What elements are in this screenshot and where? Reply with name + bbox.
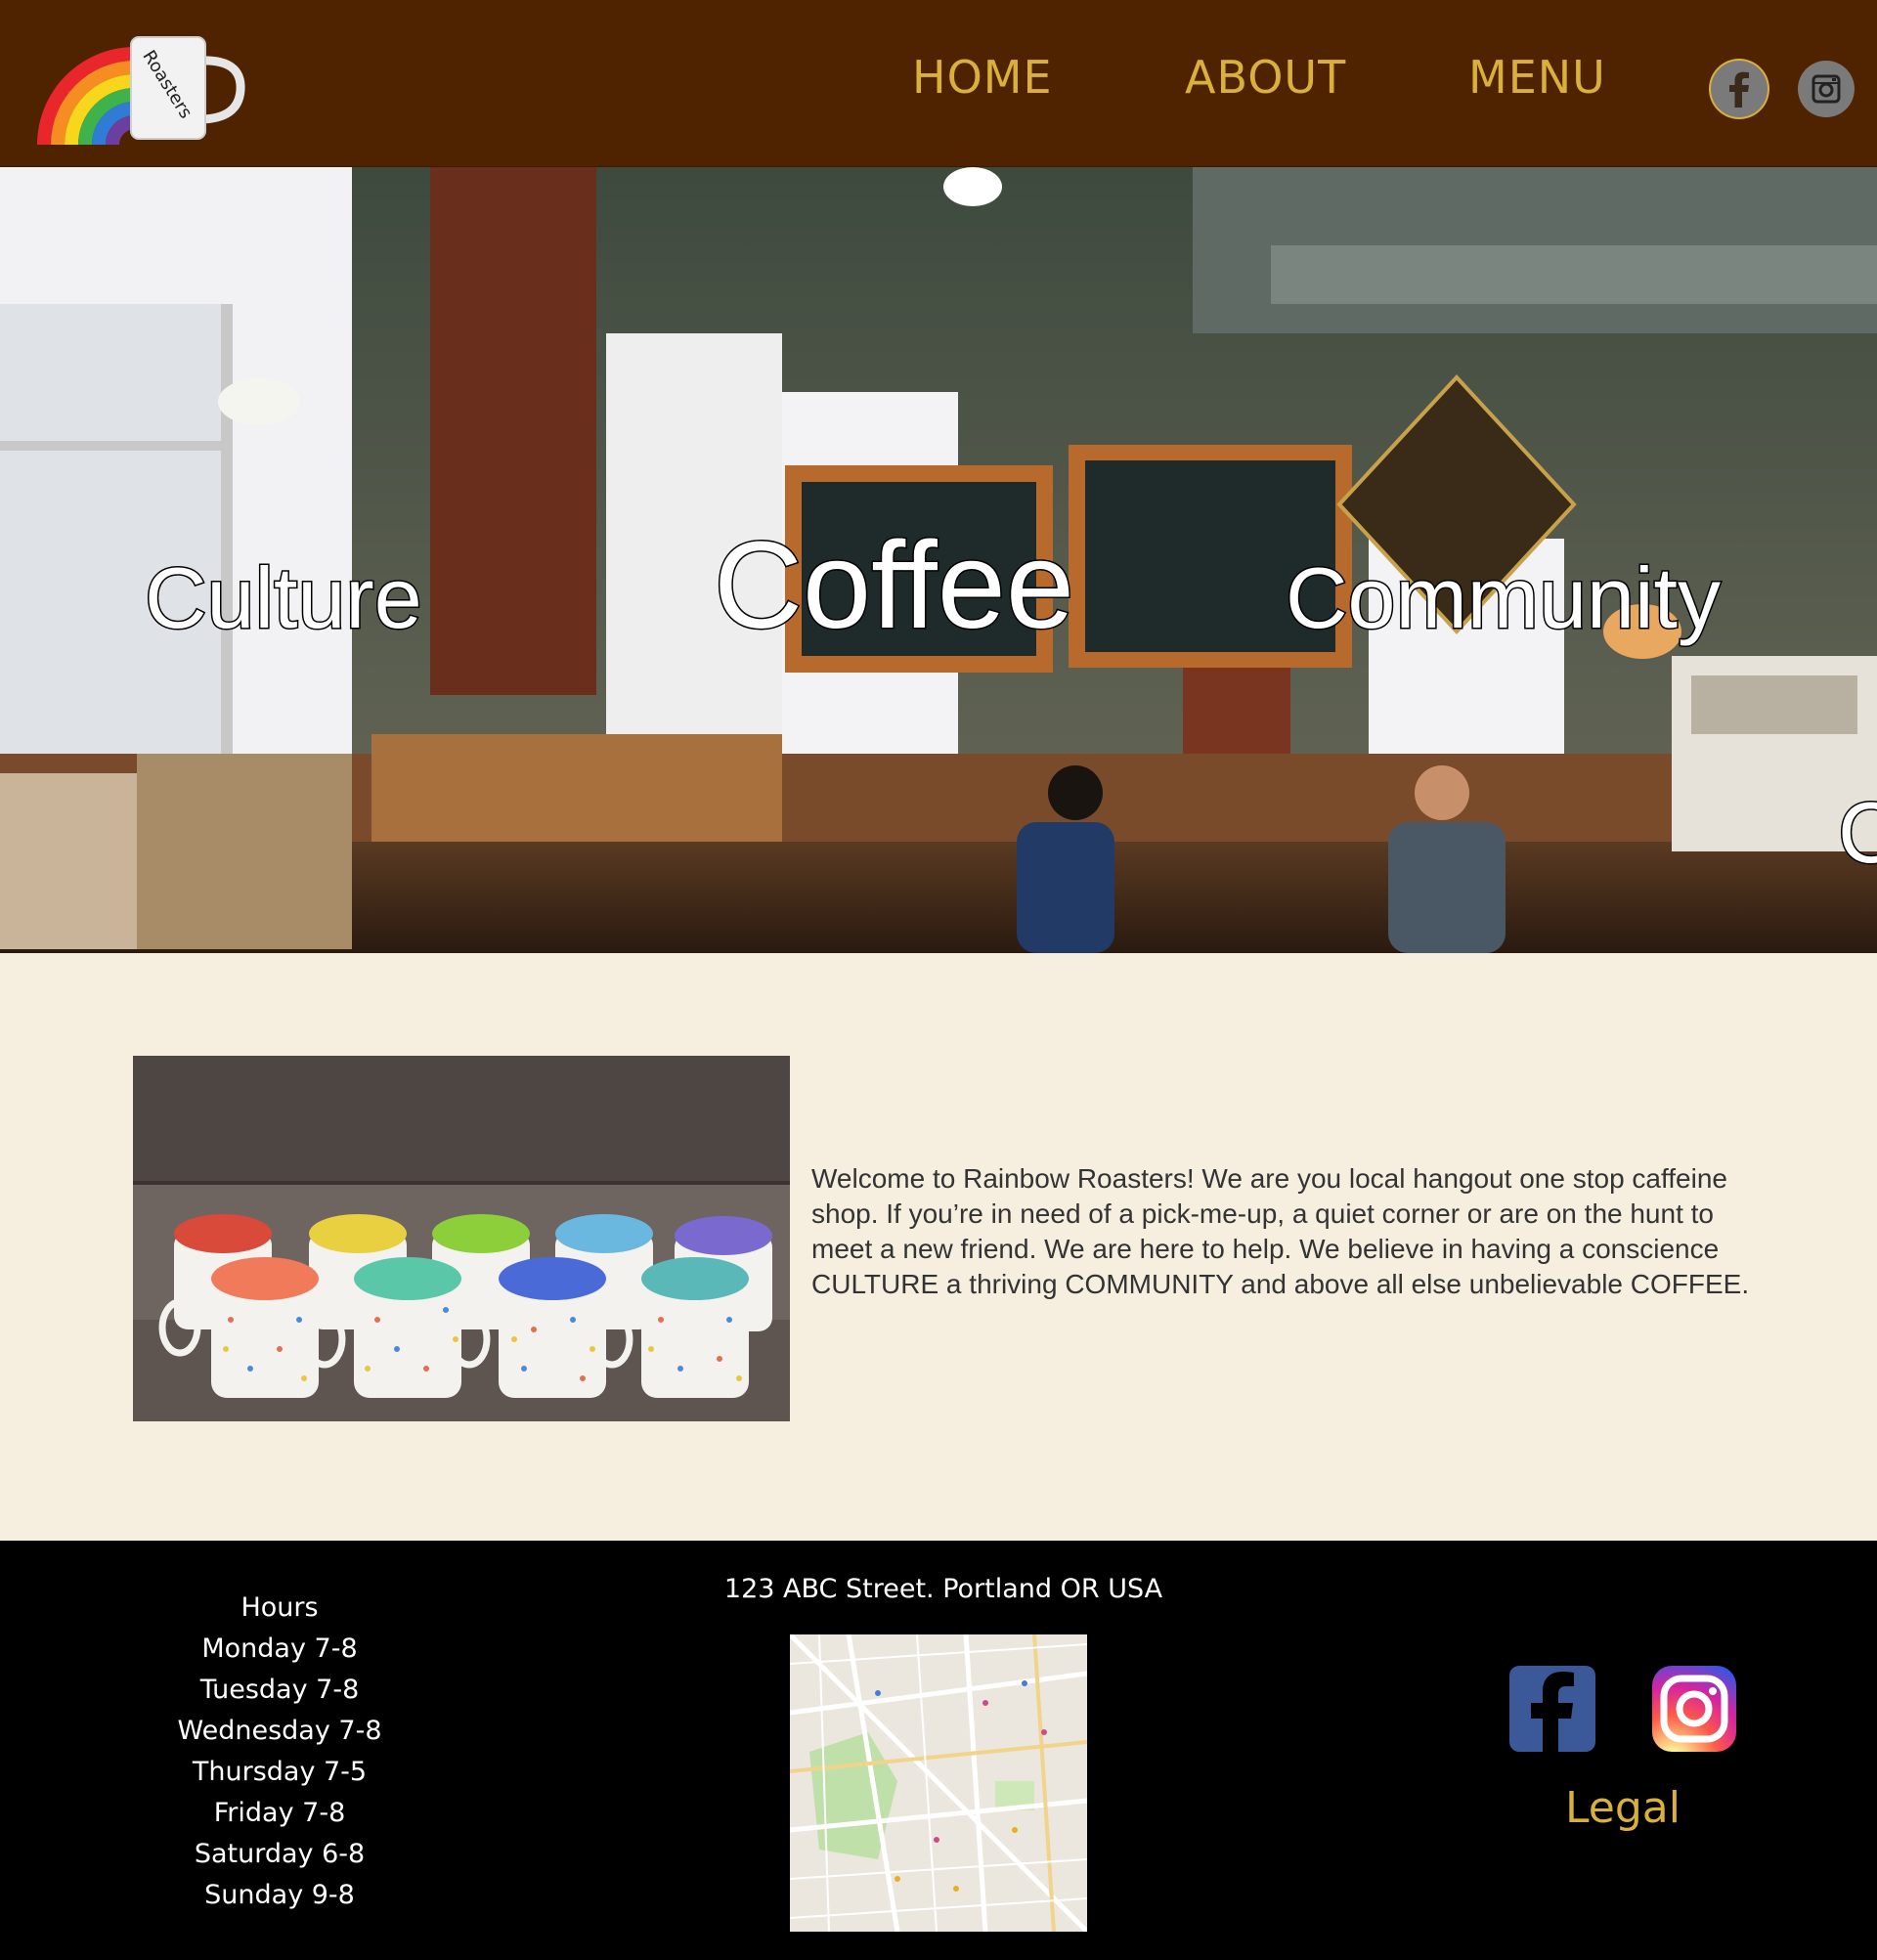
instagram-logo-icon[interactable] <box>1652 1666 1736 1752</box>
hero-word-coffee: Coffee <box>713 515 1076 656</box>
opening-hours: Hours Monday 7-8 Tuesday 7-8 Wednesday 7… <box>133 1588 426 1916</box>
hero-banner: Culture Coffee Community C <box>0 167 1877 953</box>
hero-word-peek: C <box>1837 783 1877 883</box>
welcome-text: Welcome to Rainbow Roasters! We are you … <box>811 1163 1750 1299</box>
instagram-icon[interactable] <box>1798 61 1855 117</box>
facebook-icon[interactable] <box>1711 61 1768 117</box>
location-map[interactable] <box>790 1634 1087 1932</box>
nav-about[interactable]: ABOUT <box>1185 51 1346 104</box>
site-header: Roasters HOME ABOUT MENU <box>0 0 1877 167</box>
nav-menu[interactable]: MENU <box>1468 51 1606 104</box>
hours-monday: Monday 7-8 <box>201 1633 358 1664</box>
store-address: 123 ABC Street. Portland OR USA <box>723 1574 1163 1604</box>
rainbow-mugs-photo <box>133 1056 790 1421</box>
rainbow-roasters-logo[interactable]: Roasters <box>27 29 262 147</box>
hours-title: Hours <box>240 1592 319 1623</box>
hours-saturday: Saturday 6-8 <box>194 1839 366 1869</box>
legal-link[interactable]: Legal <box>1525 1783 1721 1833</box>
hero-word-culture: Culture <box>144 548 424 648</box>
hours-wednesday: Wednesday 7-8 <box>177 1716 382 1746</box>
hours-thursday: Thursday 7-5 <box>192 1757 368 1787</box>
hours-friday: Friday 7-8 <box>213 1798 346 1828</box>
nav-home[interactable]: HOME <box>912 51 1053 104</box>
facebook-logo-icon[interactable] <box>1509 1666 1595 1752</box>
hours-sunday: Sunday 9-8 <box>204 1880 355 1910</box>
hours-tuesday: Tuesday 7-8 <box>199 1675 360 1705</box>
hero-word-community: Community <box>1285 548 1723 648</box>
